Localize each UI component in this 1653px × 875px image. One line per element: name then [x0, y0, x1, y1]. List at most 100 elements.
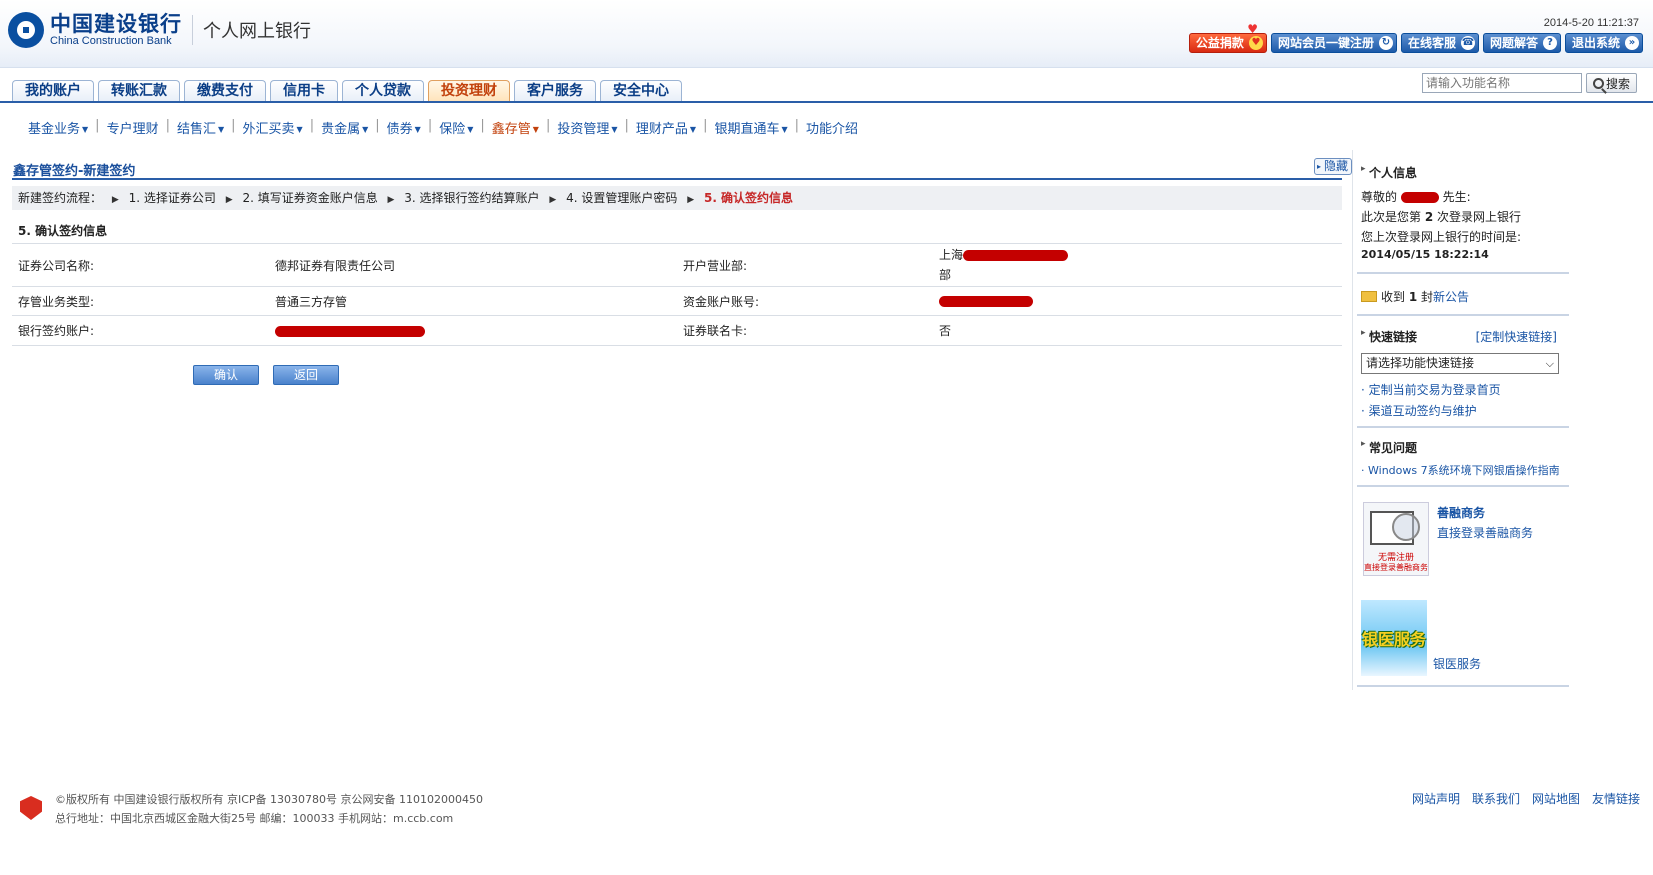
redacted-bank-account	[275, 325, 425, 337]
joint-card-value: 否	[933, 315, 1342, 346]
function-search: 搜索	[1421, 73, 1637, 93]
flow-step-2: 2. 填写证券资金账户信息	[242, 191, 378, 205]
table-row: 证券公司名称: 德邦证券有限责任公司 开户营业部: 上海 部	[12, 243, 1342, 287]
last-login-time: 2014/05/15 18:22:14	[1361, 248, 1489, 261]
logout-button[interactable]: 退出系统»	[1564, 33, 1643, 53]
caret-down-icon: ▼	[414, 125, 421, 134]
flow-label: 新建签约流程：	[18, 191, 103, 205]
subnav-futures[interactable]: 银期直通车 ▼	[714, 118, 787, 137]
form-actions: 确认 返回	[193, 365, 339, 385]
confirm-button[interactable]: 确认	[193, 365, 259, 385]
subnav-investment-mgmt[interactable]: 投资管理 ▼	[557, 118, 617, 137]
tab-transfer[interactable]: 转账汇款	[98, 80, 180, 102]
copyright-line: ©版权所有 中国建设银行版权所有 京ICP备 13030780号 京公网安备 1…	[55, 793, 484, 806]
securities-company-label: 证券公司名称:	[12, 243, 269, 287]
caret-down-icon: ▼	[611, 125, 618, 134]
faq-link-usbkey[interactable]: · Windows 7系统环境下网银盾操作指南	[1361, 462, 1560, 478]
tab-investment[interactable]: 投资理财	[428, 80, 510, 103]
bank-logo[interactable]: 中国建设银行 China Construction Bank 个人网上银行	[8, 12, 311, 48]
police-badge-icon	[20, 796, 42, 820]
tab-customer-service[interactable]: 客户服务	[514, 80, 596, 102]
logo-divider	[192, 15, 193, 45]
table-row: 存管业务类型: 普通三方存管 资金账户账号:	[12, 286, 1342, 316]
new-notice-link[interactable]: 新公告	[1433, 288, 1469, 305]
tab-my-account[interactable]: 我的账户	[12, 80, 94, 102]
subnav-wealth[interactable]: 专户理财	[107, 118, 159, 137]
table-row: 银行签约账户: 证券联名卡: 否	[12, 315, 1342, 346]
back-button[interactable]: 返回	[273, 365, 339, 385]
subnav-fund[interactable]: 基金业务 ▼	[28, 118, 88, 137]
question-icon: ?	[1542, 36, 1557, 50]
shanrong-title[interactable]: 善融商务	[1437, 504, 1485, 521]
arrow-right-icon: ▶	[687, 195, 695, 205]
yinyi-promo-image[interactable]: 银医服务	[1361, 600, 1427, 676]
caret-down-icon: ▼	[217, 125, 225, 134]
address-line: 总行地址：中国北京西城区金融大街25号 邮编：100033 手机网站：m.ccb…	[55, 812, 454, 825]
sub-navigation: 基金业务 ▼ | 专户理财 | 结售汇 ▼ | 外汇买卖 ▼ | 贵金属 ▼ | 债券 ▼ | 保险 ▼…	[28, 118, 859, 137]
caret-down-icon: ▼	[781, 125, 788, 134]
redacted-fund-account	[939, 296, 1033, 307]
arrow-right-icon: ▶	[549, 195, 557, 205]
footer-link-statement[interactable]: 网站声明	[1412, 790, 1460, 807]
shanrong-link[interactable]: 直接登录善融商务	[1437, 524, 1533, 541]
subnav-function-intro[interactable]: 功能介绍	[806, 118, 858, 137]
hide-sidebar-button[interactable]: 隐藏	[1314, 158, 1353, 175]
subnav-fx-trading[interactable]: 外汇买卖 ▼	[243, 118, 303, 137]
tab-payment[interactable]: 缴费支付	[184, 80, 266, 102]
subnav-precious-metals[interactable]: 贵金属 ▼	[321, 118, 368, 137]
greeting: 尊敬的 先生:	[1361, 190, 1471, 204]
shanrong-promo-image[interactable]: 无需注册 直接登录善融商务	[1363, 502, 1429, 576]
bank-account-value	[269, 315, 677, 346]
search-icon	[1592, 77, 1604, 89]
quick-link-set-homepage[interactable]: · 定制当前交易为登录首页	[1361, 381, 1501, 398]
signing-info-table: 证券公司名称: 德邦证券有限责任公司 开户营业部: 上海 部 存管业务类型: 普…	[12, 243, 1342, 346]
footer-links: 网站声明 联系我们 网站地图 友情链接	[1412, 790, 1640, 807]
subnav-fx-settlement[interactable]: 结售汇 ▼	[177, 118, 224, 137]
securities-company-value: 德邦证券有限责任公司	[269, 243, 677, 287]
right-sidebar: 个人信息 尊敬的 先生: 此次是您第 2 次登录网上银行 您上次登录网上银行的时…	[1352, 150, 1569, 690]
flow-step-4: 4. 设置管理账户密码	[566, 191, 678, 205]
tab-credit-card[interactable]: 信用卡	[270, 80, 338, 102]
tab-security-center[interactable]: 安全中心	[600, 80, 682, 102]
arrow-right-icon: ▶	[387, 195, 395, 205]
quick-link-channel-signing[interactable]: · 渠道互动签约与维护	[1361, 402, 1477, 419]
yinyi-link[interactable]: 银医服务	[1433, 655, 1481, 672]
footer-link-contact[interactable]: 联系我们	[1472, 790, 1520, 807]
caret-down-icon: ▼	[362, 125, 369, 134]
bank-name-cn: 中国建设银行	[50, 12, 182, 36]
customize-quick-links[interactable]: [定制快速链接]	[1476, 328, 1557, 345]
quick-link-select[interactable]: 请选择功能快速链接 ⌵	[1361, 353, 1559, 374]
online-service-button[interactable]: 在线客服 ☎	[1400, 33, 1479, 53]
joint-card-label: 证券联名卡:	[677, 315, 933, 346]
caret-down-icon: ▼	[296, 125, 303, 134]
custody-type-value: 普通三方存管	[269, 286, 677, 316]
top-links: 公益捐款 ♥ 网站会员一键注册 ↻ 在线客服 ☎ 网题解答? 退出系统»	[1188, 33, 1643, 53]
faq-heading: 常见问题	[1353, 439, 1417, 456]
subnav-insurance[interactable]: 保险 ▼	[439, 118, 473, 137]
search-button[interactable]: 搜索	[1585, 73, 1637, 93]
caret-down-icon: ▼	[467, 125, 474, 134]
redacted-name	[1400, 192, 1439, 203]
register-button[interactable]: 网站会员一键注册 ↻	[1270, 33, 1397, 53]
login-count-text: 此次是您第 2 次登录网上银行	[1361, 210, 1522, 224]
subnav-xincunguan[interactable]: 鑫存管 ▼	[492, 118, 539, 137]
subnav-wealth-products[interactable]: 理财产品 ▼	[636, 118, 696, 137]
function-search-input[interactable]	[1421, 73, 1582, 93]
footer-link-sitemap[interactable]: 网站地图	[1532, 790, 1580, 807]
flow-step-3: 3. 选择银行签约结算账户	[404, 191, 540, 205]
fund-account-value	[933, 286, 1342, 316]
arrow-circle-icon: ↻	[1378, 36, 1393, 50]
donate-button[interactable]: 公益捐款 ♥	[1188, 33, 1267, 53]
footer-link-friends[interactable]: 友情链接	[1592, 790, 1640, 807]
login-datetime: 2014-5-20 11:21:37	[1543, 17, 1639, 29]
chevron-down-icon: ⌵	[1545, 357, 1554, 370]
personal-info-heading: 个人信息	[1353, 164, 1417, 181]
arrow-right-icon: ▶	[225, 195, 233, 205]
tab-underline	[0, 101, 1653, 103]
caret-down-icon: ▼	[532, 125, 539, 134]
subnav-bonds[interactable]: 债券 ▼	[387, 118, 421, 137]
arrow-right-icon: ▶	[111, 195, 119, 205]
tab-personal-loan[interactable]: 个人贷款	[342, 80, 424, 102]
faq-button[interactable]: 网题解答?	[1482, 33, 1561, 53]
notice-line: 收到 1 封 新公告	[1361, 288, 1469, 305]
